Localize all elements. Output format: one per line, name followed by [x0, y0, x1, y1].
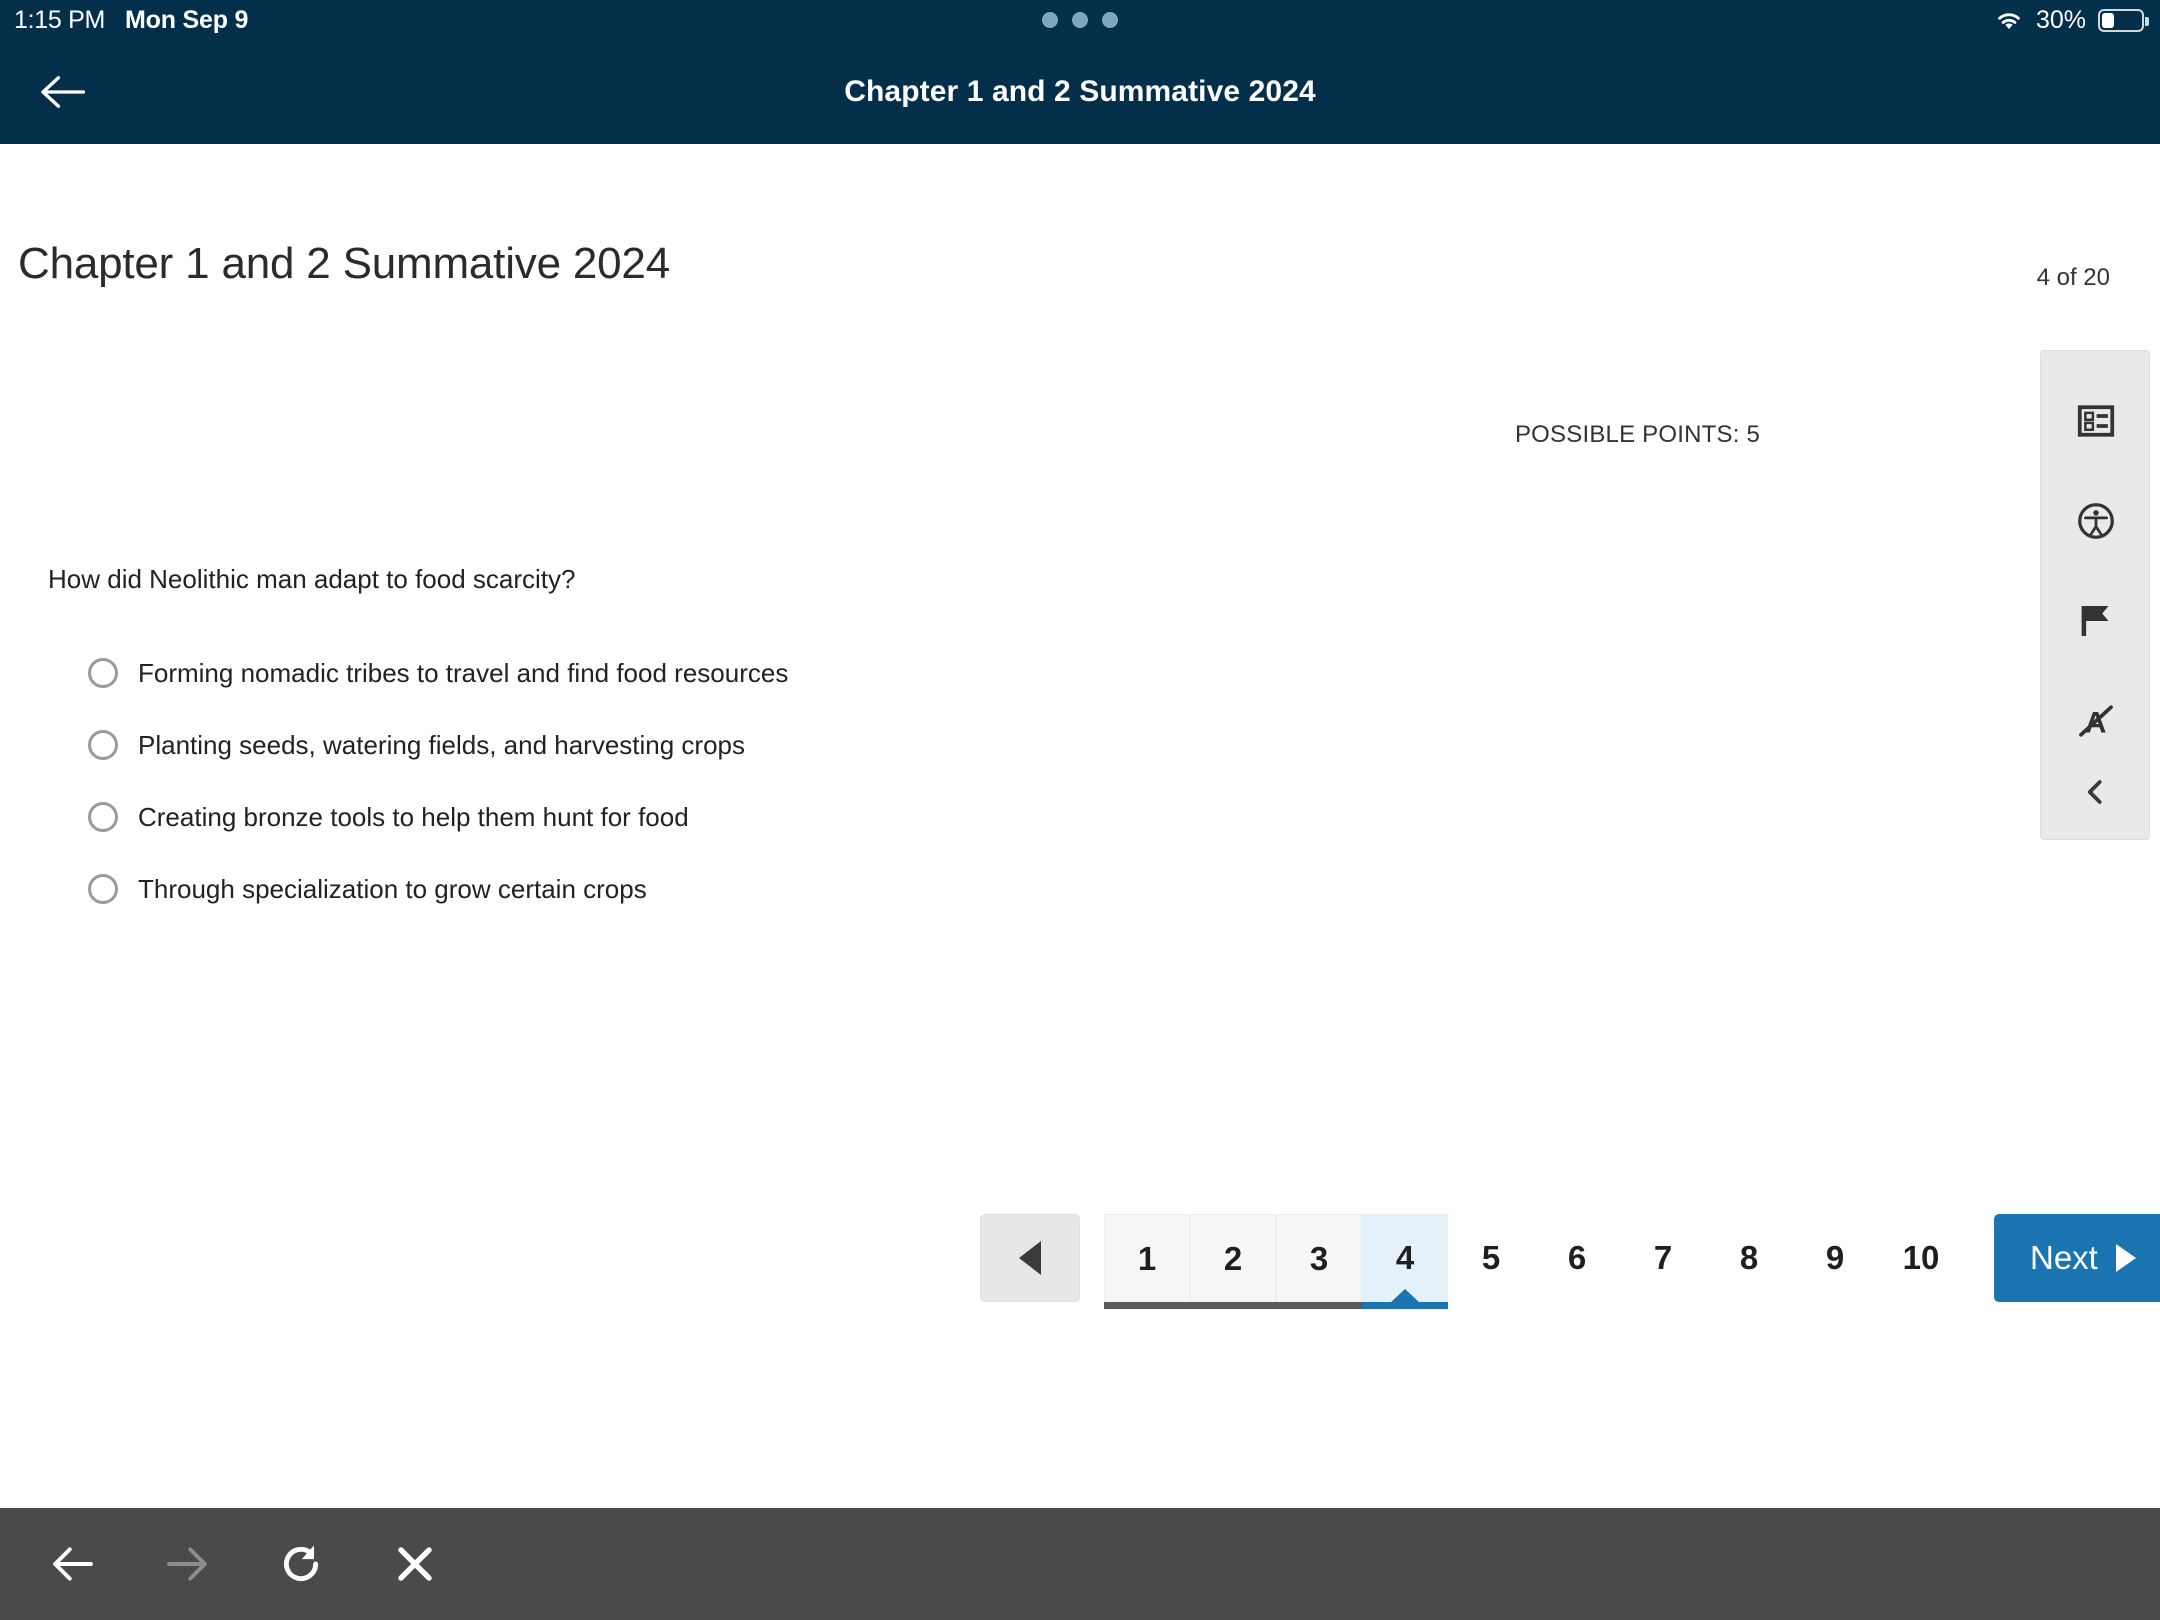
pagination-page-button[interactable]: 5 [1448, 1214, 1534, 1302]
pagination-page-button[interactable]: 9 [1792, 1214, 1878, 1302]
chevron-left-icon[interactable] [2041, 757, 2151, 827]
pagination-pages: 1 2 3 4 5 6 7 8 9 10 [1104, 1214, 1964, 1309]
radio-button-icon[interactable] [88, 874, 118, 904]
pagination-page-label: 6 [1567, 1239, 1587, 1276]
status-bar-left: 1:15 PM Mon Sep 9 [14, 6, 248, 35]
back-arrow-icon[interactable] [30, 62, 94, 122]
radio-button-icon[interactable] [88, 730, 118, 760]
accessibility-icon[interactable] [2041, 483, 2151, 559]
wifi-icon [1994, 9, 2024, 31]
pagination-page-label: 4 [1395, 1239, 1415, 1276]
arrow-right-icon [158, 1535, 216, 1593]
pagination-prev-button[interactable] [980, 1214, 1080, 1302]
pagination-page-button[interactable]: 8 [1706, 1214, 1792, 1302]
status-bar-time: 1:15 PM [14, 5, 106, 34]
answer-option-label: Forming nomadic tribes to travel and fin… [138, 657, 789, 688]
battery-icon [2098, 8, 2149, 32]
pagination-page-button[interactable]: 3 [1276, 1214, 1362, 1309]
pagination-page-label: 3 [1309, 1239, 1329, 1277]
strikethrough-answer-icon[interactable]: A [2041, 683, 2151, 759]
next-button-label: Next [2030, 1239, 2098, 1276]
app-header: Chapter 1 and 2 Summative 2024 [0, 40, 2160, 144]
three-dots-icon[interactable] [1042, 12, 1118, 28]
tool-panel: A [2040, 350, 2150, 840]
pagination: 1 2 3 4 5 6 7 8 9 10 Next [980, 1214, 2160, 1314]
status-bar-date: Mon Sep 9 [125, 5, 249, 34]
ios-status-bar: 1:15 PM Mon Sep 9 30% [0, 0, 2160, 40]
pagination-page-button[interactable]: 10 [1878, 1214, 1964, 1302]
battery-percent-label: 30% [2035, 5, 2086, 34]
question-list-icon[interactable] [2041, 383, 2151, 459]
pagination-page-button[interactable]: 6 [1534, 1214, 1620, 1302]
pagination-page-label: 5 [1481, 1239, 1501, 1276]
browser-toolbar [0, 1508, 2160, 1620]
radio-button-icon[interactable] [88, 802, 118, 832]
current-page-caret-icon [1390, 1289, 1420, 1303]
close-icon[interactable] [386, 1535, 444, 1593]
triangle-right-icon [2115, 1244, 2136, 1272]
answer-option-label: Planting seeds, watering fields, and har… [138, 729, 746, 760]
reload-icon[interactable] [272, 1535, 330, 1593]
answer-option-label: Through specialization to grow certain c… [138, 873, 647, 904]
answer-option[interactable]: Creating bronze tools to help them hunt … [88, 793, 788, 841]
pagination-page-label: 1 [1137, 1239, 1157, 1277]
pagination-page-button[interactable]: 7 [1620, 1214, 1706, 1302]
question-counter: 4 of 20 [2036, 264, 2110, 291]
answer-option[interactable]: Planting seeds, watering fields, and har… [88, 721, 788, 769]
triangle-left-icon [1019, 1241, 1041, 1275]
possible-points-label: POSSIBLE POINTS: 5 [1514, 421, 1760, 448]
answer-option[interactable]: Through specialization to grow certain c… [88, 865, 788, 913]
pagination-page-button-current[interactable]: 4 [1362, 1214, 1448, 1309]
status-bar-right: 30% [1994, 5, 2149, 35]
arrow-left-icon[interactable] [44, 1535, 102, 1593]
assessment-content: Chapter 1 and 2 Summative 2024 4 of 20 P… [0, 144, 2160, 1508]
answer-options-list: Forming nomadic tribes to travel and fin… [88, 649, 788, 937]
page-title: Chapter 1 and 2 Summative 2024 [18, 239, 670, 288]
pagination-page-label: 10 [1902, 1239, 1940, 1276]
next-question-button[interactable]: Next [1994, 1214, 2160, 1302]
flag-icon[interactable] [2041, 583, 2151, 659]
app-header-title: Chapter 1 and 2 Summative 2024 [844, 75, 1316, 108]
pagination-page-button[interactable]: 1 [1104, 1214, 1190, 1309]
pagination-page-label: 2 [1223, 1239, 1243, 1277]
answer-option[interactable]: Forming nomadic tribes to travel and fin… [88, 649, 788, 697]
app-root: 1:15 PM Mon Sep 9 30% Chapter 1 and 2 Su… [0, 0, 2160, 1620]
question-text: How did Neolithic man adapt to food scar… [48, 564, 576, 594]
answer-option-label: Creating bronze tools to help them hunt … [138, 801, 689, 832]
pagination-page-label: 8 [1739, 1239, 1759, 1276]
pagination-page-label: 7 [1653, 1239, 1673, 1276]
pagination-page-label: 9 [1825, 1239, 1845, 1276]
radio-button-icon[interactable] [88, 658, 118, 688]
pagination-page-button[interactable]: 2 [1190, 1214, 1276, 1309]
